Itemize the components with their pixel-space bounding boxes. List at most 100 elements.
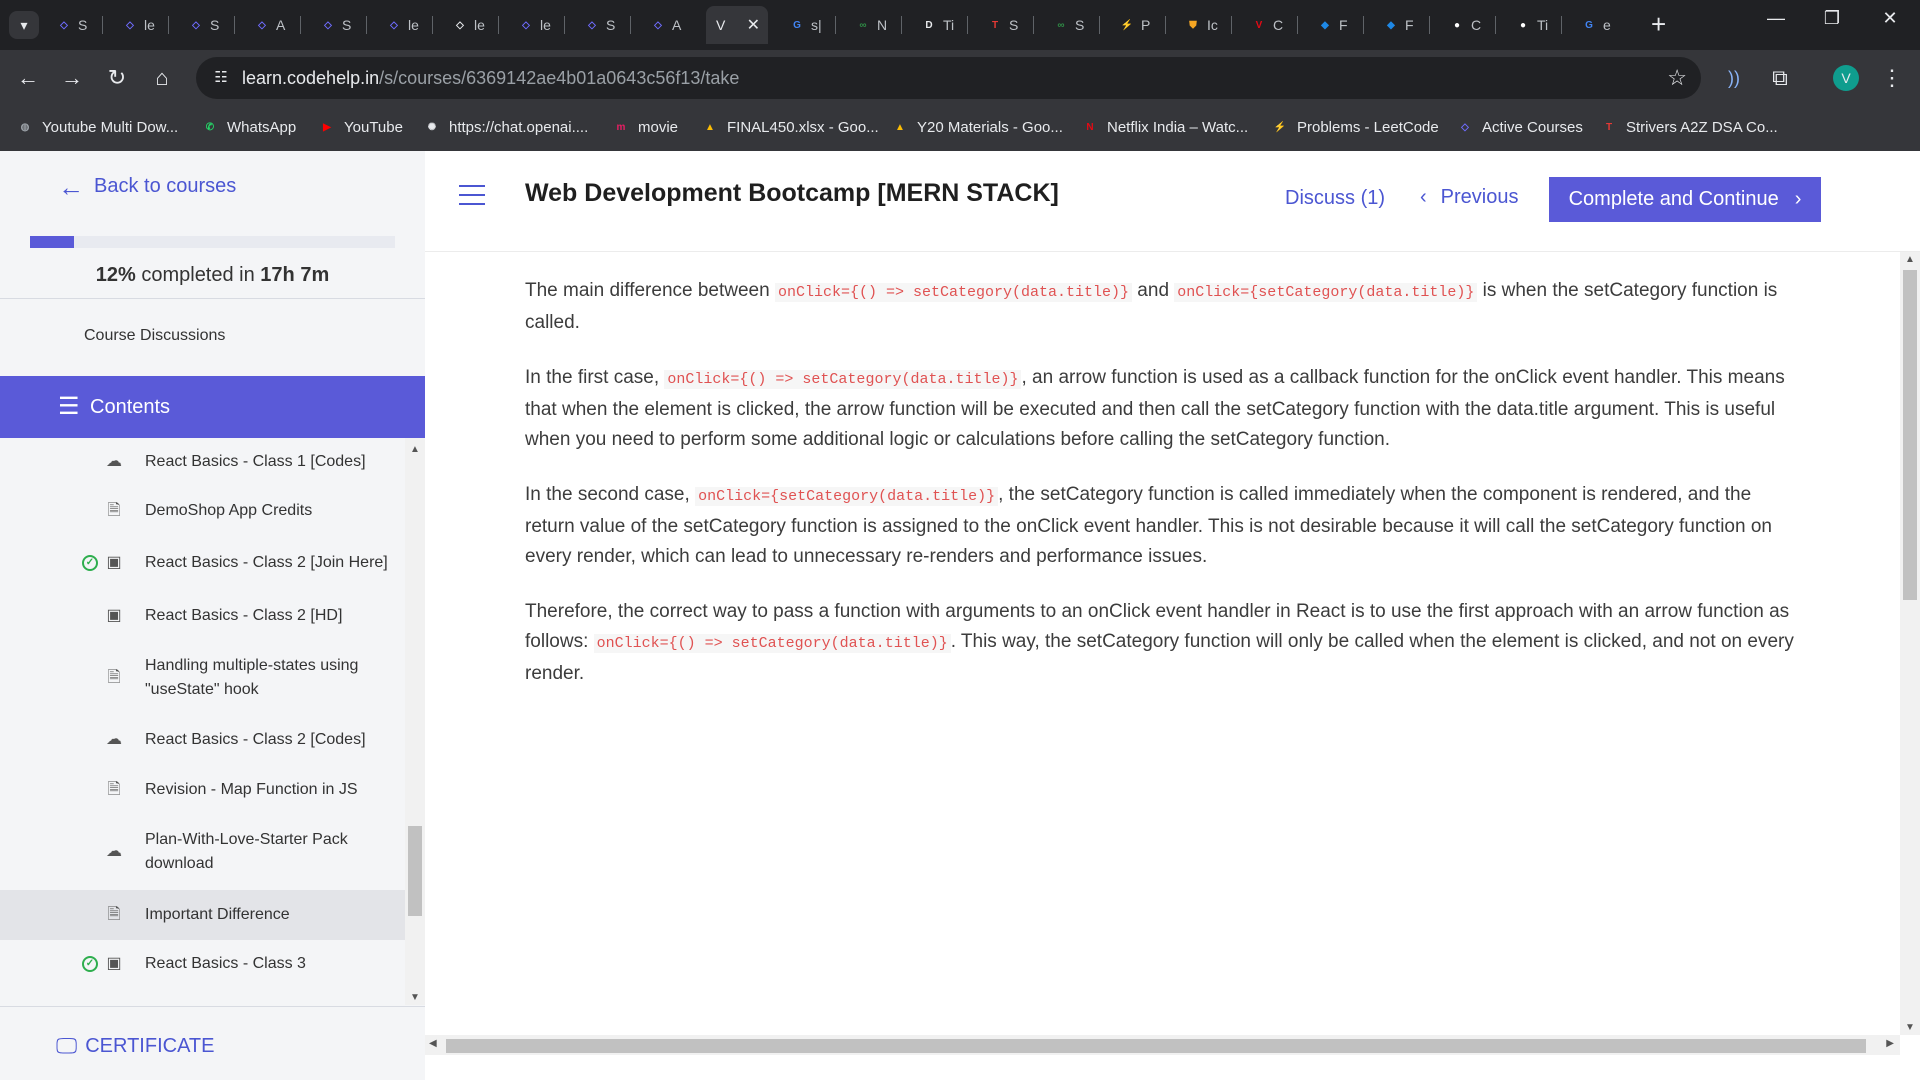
scroll-down-icon[interactable]: ▼	[1905, 1022, 1915, 1033]
browser-tab[interactable]: ∞ S	[1043, 6, 1098, 44]
tab-title: Ic	[1207, 17, 1218, 33]
lesson-item[interactable]: ✓ ▣ React Basics - Class 2 [Join Here]	[0, 536, 405, 590]
bookmark-item[interactable]: ◇ Active Courses	[1456, 118, 1583, 136]
browser-tab[interactable]: V ✕	[706, 6, 768, 44]
hamburger-menu-icon[interactable]	[459, 185, 485, 207]
close-tab-icon[interactable]: ✕	[747, 15, 760, 35]
tab-title: S	[342, 17, 352, 33]
lesson-item[interactable]: ▣ React Basics - Class 2 [HD]	[0, 591, 405, 641]
browser-tab[interactable]: ● Ti	[1505, 6, 1560, 44]
drive-icon: ▲	[705, 121, 715, 133]
certificate-link[interactable]: 🖵 CERTIFICATE	[56, 1033, 215, 1059]
browser-tab[interactable]: ◇ A	[244, 6, 299, 44]
tab-separator	[432, 16, 433, 34]
scroll-down-icon[interactable]: ▼	[410, 992, 420, 1003]
browser-tab[interactable]: VC	[1241, 6, 1296, 44]
lesson-item[interactable]: 🗎 Revision - Map Function in JS	[0, 765, 405, 815]
browser-tab[interactable]: ◇ le	[442, 6, 497, 44]
bookmark-item[interactable]: ✺ https://chat.openai....	[423, 118, 588, 136]
leetcode-icon: ⚡	[1273, 121, 1287, 133]
browser-tab[interactable]: ◇ A	[640, 6, 695, 44]
lesson-item[interactable]: ☁ Plan-With-Love-Starter Pack download	[0, 815, 405, 889]
progress-time: 17h 7m	[260, 264, 330, 286]
browser-tab[interactable]: TS	[977, 6, 1032, 44]
lesson-item[interactable]: ✓ ▣ React Basics - Class 3	[0, 939, 405, 989]
back-icon[interactable]: ←	[14, 64, 42, 92]
tab-title: F	[1405, 17, 1414, 33]
tab-search-button[interactable]: ▾	[9, 11, 39, 39]
lesson-item[interactable]: ☁ React Basics - Class 2 [Codes]	[0, 715, 405, 765]
minimize-button[interactable]: —	[1756, 8, 1796, 29]
new-tab-button[interactable]: +	[1651, 10, 1666, 38]
tab-separator	[967, 16, 968, 34]
close-window-button[interactable]: ✕	[1870, 8, 1910, 29]
bookmark-item[interactable]: ▲ Y20 Materials - Goo...	[891, 118, 1063, 136]
progress-percent: 12%	[95, 264, 136, 286]
address-bar[interactable]: ☷ learn.codehelp.in/s/courses/6369142ae4…	[196, 57, 1701, 99]
bookmark-item[interactable]: ▲ FINAL450.xlsx - Goo...	[701, 118, 879, 136]
content-horizontal-scrollbar[interactable]: ◀ ▶	[425, 1035, 1900, 1055]
browser-tab[interactable]: Ge	[1571, 6, 1626, 44]
browser-tab[interactable]: ◆ F	[1307, 6, 1362, 44]
bookmark-item[interactable]: ⚡ Problems - LeetCode	[1271, 118, 1439, 136]
sidebar-scroll-thumb[interactable]	[408, 826, 422, 916]
tab-separator	[564, 16, 565, 34]
browser-tab[interactable]: ⚡ P	[1109, 6, 1164, 44]
vertical-scroll-thumb[interactable]	[1903, 270, 1917, 600]
extensions-puzzle-icon[interactable]: ⧉	[1766, 64, 1794, 92]
sidebar-scrollbar[interactable]: ▲ ▼	[405, 438, 425, 1005]
bookmark-item[interactable]: ▶ YouTube	[318, 118, 403, 136]
back-to-courses-link[interactable]: ← Back to courses	[58, 174, 236, 200]
home-icon[interactable]: ⌂	[148, 64, 176, 92]
horizontal-scroll-thumb[interactable]	[446, 1039, 1866, 1053]
browser-tab[interactable]: ◇ S	[178, 6, 233, 44]
video-icon: ▣	[106, 607, 122, 624]
bookmark-item[interactable]: ◍ Youtube Multi Dow...	[16, 118, 179, 136]
browser-tab[interactable]: ⛊ Ic	[1175, 6, 1230, 44]
tab-title: Ti	[1537, 17, 1549, 33]
scroll-left-icon[interactable]: ◀	[429, 1038, 437, 1049]
profile-avatar[interactable]: V	[1833, 65, 1859, 91]
browser-tab[interactable]: ● C	[1439, 6, 1494, 44]
browser-tab[interactable]: ◆ F	[1373, 6, 1428, 44]
browser-tab[interactable]: ◇ le	[376, 6, 431, 44]
forward-icon[interactable]: →	[58, 64, 86, 92]
browser-tab[interactable]: Gs|	[779, 6, 834, 44]
download-icon: ☁	[106, 453, 122, 470]
scroll-right-icon[interactable]: ▶	[1886, 1038, 1894, 1049]
course-discussions-link[interactable]: Course Discussions	[84, 327, 225, 345]
browser-tab[interactable]: ◇ S	[46, 6, 101, 44]
contents-header[interactable]: ☰ Contents	[0, 376, 425, 438]
site-info-icon[interactable]: ☷	[210, 67, 232, 89]
lesson-item[interactable]: ☁ React Basics - Class 1 [Codes]	[0, 438, 405, 486]
browser-menu-icon[interactable]: ⋮	[1878, 64, 1906, 92]
inline-code: onClick={() => setCategory(data.title)}	[593, 634, 951, 653]
url-domain: learn.codehelp.in	[242, 68, 380, 88]
previous-button[interactable]: ‹ Previous	[1420, 186, 1518, 209]
browser-tab[interactable]: ◇ le	[112, 6, 167, 44]
complete-and-continue-button[interactable]: Complete and Continue ›	[1549, 177, 1821, 222]
reload-icon[interactable]: ↻	[103, 64, 131, 92]
codehelp-icon: ◇	[588, 19, 596, 31]
bookmark-item[interactable]: ✆ WhatsApp	[201, 118, 296, 136]
scroll-up-icon[interactable]: ▲	[410, 444, 420, 455]
discuss-button[interactable]: Discuss (1)	[1285, 187, 1385, 210]
bookmark-item[interactable]: T Strivers A2Z DSA Co...	[1600, 118, 1778, 136]
browser-tab[interactable]: ◇ S	[310, 6, 365, 44]
lesson-item[interactable]: 🗎 Handling multiple-states using "useStat…	[0, 641, 405, 715]
content-vertical-scrollbar[interactable]: ▲ ▼	[1900, 252, 1920, 1035]
extension-wave-icon[interactable]: ))	[1720, 64, 1748, 92]
bookmark-item[interactable]: N Netflix India – Watc...	[1081, 118, 1248, 136]
browser-tab[interactable]: ◇ le	[508, 6, 563, 44]
url-text[interactable]: learn.codehelp.in/s/courses/6369142ae4b0…	[242, 68, 739, 89]
browser-tab[interactable]: ◇ S	[574, 6, 629, 44]
bookmark-item[interactable]: m movie	[612, 118, 678, 136]
browser-tab[interactable]: D Ti	[911, 6, 966, 44]
scroll-up-icon[interactable]: ▲	[1905, 254, 1915, 265]
tab-title: le	[144, 17, 155, 33]
bookmark-star-icon[interactable]: ☆	[1667, 65, 1687, 91]
lesson-item[interactable]: 🗎 Important Difference	[0, 890, 405, 940]
lesson-item[interactable]: 🗎 DemoShop App Credits	[0, 487, 405, 535]
browser-tab[interactable]: ∞ N	[845, 6, 900, 44]
restore-button[interactable]: ❐	[1812, 8, 1852, 29]
